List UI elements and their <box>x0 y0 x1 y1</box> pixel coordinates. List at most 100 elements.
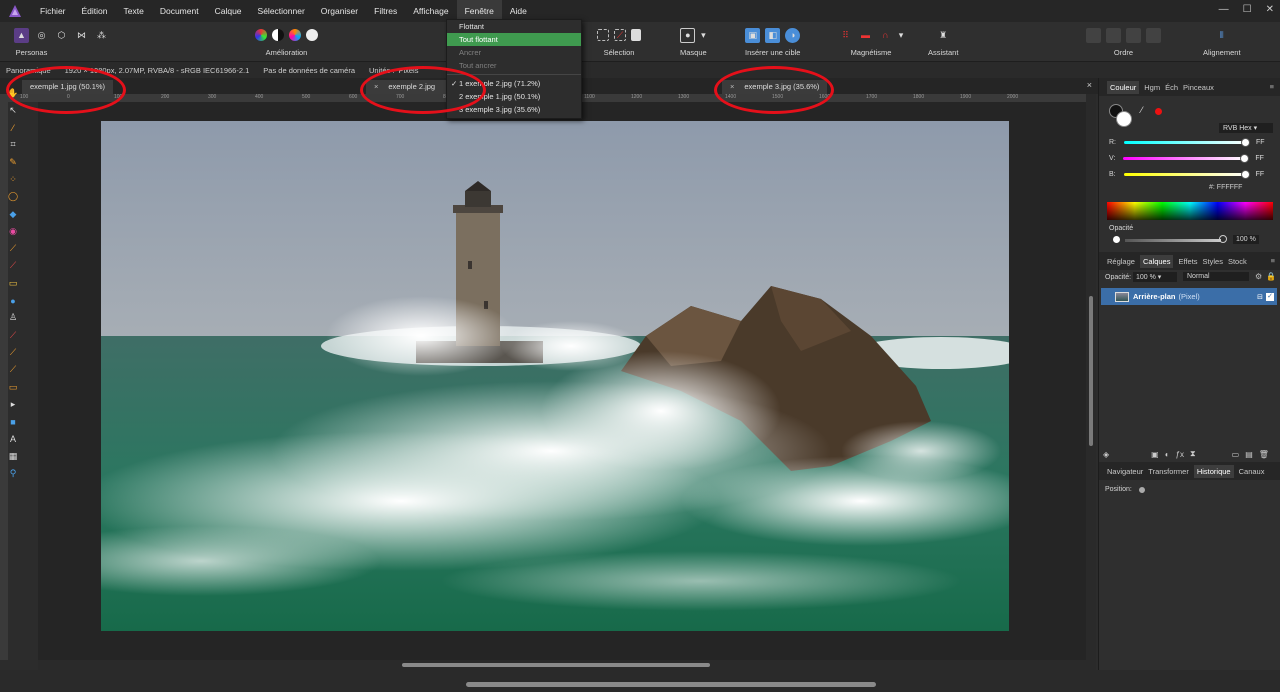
layer-visibility-checkbox[interactable]: ✓ <box>1266 292 1274 301</box>
tab-calques[interactable]: Calques <box>1139 254 1174 268</box>
dodge-brush-icon[interactable]: ● <box>5 293 21 309</box>
assistant-icon[interactable]: ♜ <box>936 28 951 43</box>
tab-reglage[interactable]: Réglage <box>1107 257 1135 266</box>
magnet-icon[interactable]: ∩ <box>878 28 893 43</box>
window-scrollbar[interactable] <box>466 682 876 687</box>
zoom-tool-icon[interactable]: ⚲ <box>5 466 21 482</box>
text-tool-icon[interactable]: A <box>5 431 21 447</box>
menu-calque[interactable]: Calque <box>207 0 250 22</box>
tab-stock[interactable]: Stock <box>1228 257 1247 266</box>
close-document-icon[interactable]: × <box>1087 80 1092 90</box>
menu-document[interactable]: Document <box>152 0 207 22</box>
snapping-grid-icon[interactable]: ⠿ <box>838 28 853 43</box>
liquify-persona-icon[interactable]: ◎ <box>34 28 49 43</box>
layer-row-arriere-plan[interactable]: Arrière-plan (Pixel) ⊟ ✓ <box>1101 288 1277 305</box>
tab-historique[interactable]: Historique <box>1193 464 1234 478</box>
layer-settings-icon[interactable]: ⚙ <box>1255 272 1262 281</box>
hex-field[interactable]: #: FFFFFF <box>1209 184 1242 191</box>
magnetisme-dropdown-icon[interactable]: ▾ <box>898 28 904 43</box>
menu-selectionner[interactable]: Sélectionner <box>250 0 313 22</box>
delete-layer-icon[interactable]: 🗑 <box>1259 450 1269 459</box>
lock-icon[interactable]: 🔒 <box>1266 272 1276 281</box>
select-all-icon[interactable] <box>597 29 609 41</box>
insert-top-icon[interactable]: ◑ <box>785 27 801 43</box>
develop-persona-icon[interactable]: ⬡ <box>54 28 69 43</box>
selection-brush-icon[interactable]: ✎ <box>5 154 21 170</box>
move-front-icon[interactable] <box>1146 27 1161 43</box>
add-mask-icon[interactable]: ▣ <box>1151 450 1159 459</box>
crop-tool-icon[interactable]: ⌗ <box>5 137 21 153</box>
panel-menu-icon[interactable]: ≡ <box>1270 82 1274 91</box>
menu-edition[interactable]: Édition <box>74 0 116 22</box>
smudge-brush-icon[interactable]: ⟋ <box>5 362 21 378</box>
group-layers-icon[interactable]: ▭ <box>1232 450 1240 459</box>
add-layer-icon[interactable]: ▤ <box>1245 450 1253 459</box>
close-window-button[interactable]: ✕ <box>1266 4 1274 15</box>
slider-r[interactable]: R: FF <box>1109 137 1275 147</box>
scrollbar-thumb[interactable] <box>1089 296 1093 446</box>
blemish-tool-icon[interactable]: ▭ <box>5 379 21 395</box>
tab-navigateur[interactable]: Navigateur <box>1107 467 1143 476</box>
erase-brush-icon[interactable]: ▭ <box>5 275 21 291</box>
slider-b-value[interactable]: FF <box>1256 171 1265 178</box>
move-forward-icon[interactable] <box>1126 27 1141 43</box>
maximize-button[interactable]: ☐ <box>1243 4 1252 15</box>
opacity-value[interactable]: 100 % <box>1233 235 1259 244</box>
slider-v-value[interactable]: FF <box>1255 155 1264 162</box>
tab-transformer[interactable]: Transformer <box>1148 467 1189 476</box>
gradient-tool-icon[interactable]: ◉ <box>5 223 21 239</box>
marquee-tool-icon[interactable]: ◯ <box>5 189 21 205</box>
add-fx-icon[interactable]: ƒx <box>1176 450 1184 459</box>
tab-canaux[interactable]: Canaux <box>1239 467 1265 476</box>
mesh-warp-icon[interactable]: ▦ <box>5 448 21 464</box>
slider-v[interactable]: V: FF <box>1109 153 1275 163</box>
opacity-knob[interactable] <box>1219 235 1227 243</box>
tab-hgm[interactable]: Hgm <box>1144 83 1160 92</box>
auto-colors-icon[interactable] <box>289 29 301 41</box>
layer-opacity-field[interactable]: 100 % ▾ <box>1133 272 1177 282</box>
menu-fichier[interactable]: Fichier <box>32 0 74 22</box>
auto-contrast-icon[interactable] <box>272 29 284 41</box>
invert-selection-icon[interactable] <box>631 29 641 41</box>
menu-filtres[interactable]: Filtres <box>366 0 405 22</box>
tab-pinceaux[interactable]: Pinceaux <box>1183 83 1214 92</box>
slider-knob[interactable] <box>1241 137 1250 147</box>
layer-lock-icon[interactable]: ⊟ <box>1257 293 1263 301</box>
tone-mapping-persona-icon[interactable]: ⋈ <box>74 28 89 43</box>
tab-ech[interactable]: Éch <box>1165 83 1178 92</box>
color-swatches[interactable] <box>1109 104 1133 128</box>
flood-select-icon[interactable]: ⁘ <box>5 171 21 187</box>
menu-item-tout-flottant[interactable]: Tout flottant <box>447 33 581 46</box>
flood-fill-icon[interactable]: ◆ <box>5 206 21 222</box>
color-replace-icon[interactable]: ⟋ <box>5 258 21 274</box>
slider-knob[interactable] <box>1240 169 1250 179</box>
auto-levels-icon[interactable] <box>255 29 267 41</box>
auto-white-balance-icon[interactable] <box>306 29 318 41</box>
eyedropper-icon[interactable]: ⁄ <box>1141 105 1143 115</box>
slider-r-value[interactable]: FF <box>1256 139 1265 146</box>
minimize-button[interactable]: — <box>1219 4 1229 15</box>
scrollbar-thumb[interactable] <box>402 663 710 667</box>
menu-item-flottant[interactable]: Flottant <box>447 20 581 33</box>
color-spectrum[interactable] <box>1107 202 1273 220</box>
insert-inside-icon[interactable]: ▣ <box>745 27 761 43</box>
history-slider-knob[interactable] <box>1139 487 1145 493</box>
opacity-slider[interactable] <box>1125 239 1221 242</box>
document-image[interactable] <box>101 121 1009 631</box>
slider-knob[interactable] <box>1240 153 1250 163</box>
slider-b[interactable]: B: FF <box>1109 169 1275 179</box>
align-icon[interactable]: ⫴ <box>1214 28 1229 43</box>
red-eye-icon[interactable]: ⟋ <box>5 327 21 343</box>
blend-mode-select[interactable]: Normal <box>1183 272 1249 281</box>
photo-persona-icon[interactable]: ▲ <box>14 27 29 43</box>
live-filter-icon[interactable]: ⧗ <box>1190 449 1196 459</box>
tab-styles[interactable]: Styles <box>1203 257 1223 266</box>
export-persona-icon[interactable]: ⁂ <box>94 28 109 43</box>
pen-tool-icon[interactable]: ▸ <box>5 396 21 412</box>
tab-effets[interactable]: Effets <box>1178 257 1197 266</box>
menu-texte[interactable]: Texte <box>116 0 152 22</box>
color-picker-icon[interactable]: ⁄ <box>5 120 21 136</box>
healing-brush-icon[interactable]: ⟋ <box>5 344 21 360</box>
paint-brush-icon[interactable]: ⟋ <box>5 241 21 257</box>
snapping-toggle-icon[interactable]: ▬ <box>858 28 873 43</box>
